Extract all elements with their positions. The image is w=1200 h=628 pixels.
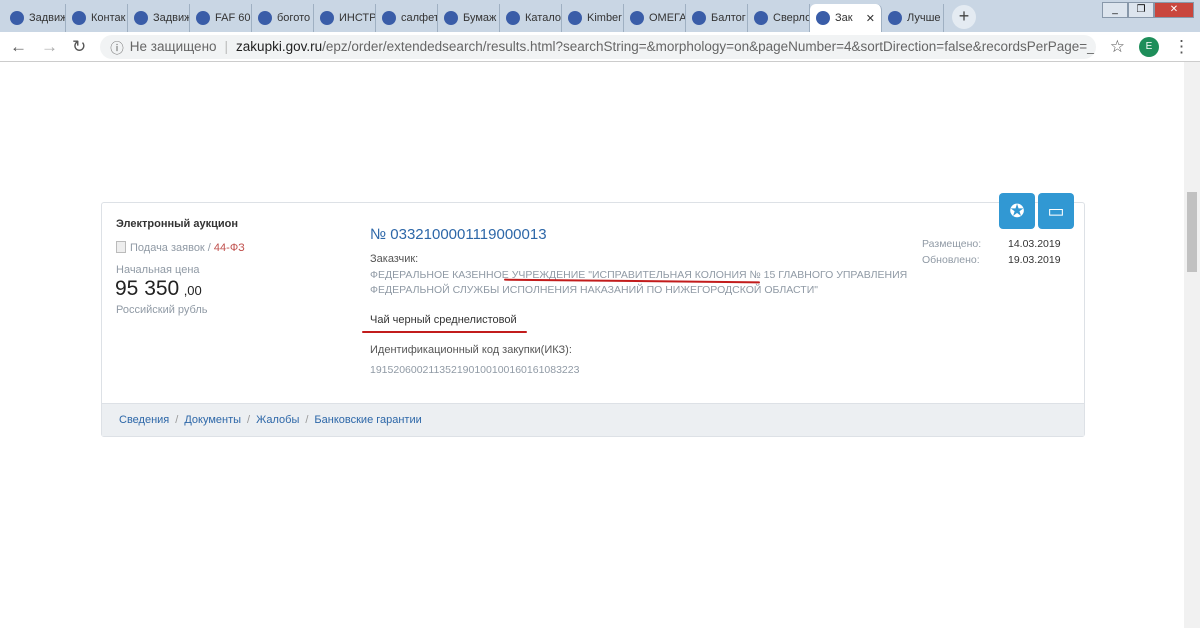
favicon-icon [134, 11, 148, 25]
updated-label: Обновлено: [922, 254, 980, 266]
favicon-icon [692, 11, 706, 25]
favicon-icon [10, 11, 24, 25]
divider: | [224, 39, 229, 54]
browser-tab[interactable]: ОМЕГА [624, 4, 686, 32]
favicon-icon [506, 11, 520, 25]
link-documents[interactable]: Документы [184, 414, 241, 426]
new-tab-button[interactable]: + [952, 5, 976, 29]
reload-icon[interactable]: ↻ [72, 37, 86, 57]
browser-tab[interactable]: салфет [376, 4, 438, 32]
minimize-icon[interactable]: _ [1102, 2, 1128, 18]
url-host: zakupki.gov.ru [236, 39, 323, 54]
tab-title: Катало [525, 12, 561, 24]
link-complaints[interactable]: Жалобы [256, 414, 299, 426]
tab-title: FAF 60 [215, 12, 251, 24]
card-footer-links: Сведения / Документы / Жалобы / Банковские … [102, 403, 1084, 436]
tab-title: ОМЕГА [649, 12, 686, 24]
browser-tab[interactable]: FAF 60 [190, 4, 252, 32]
tab-title: Лучше [907, 12, 941, 24]
forward-icon[interactable]: → [41, 37, 58, 57]
favicon-icon [72, 11, 86, 25]
tab-title: Задвиж [29, 12, 66, 24]
favicon-icon [382, 11, 396, 25]
scrollbar-thumb[interactable] [1187, 192, 1197, 272]
url-input[interactable]: ⓘ Не защищено | zakupki.gov.ru /epz/orde… [100, 34, 1096, 59]
browser-tab[interactable]: Контак [66, 4, 128, 32]
favicon-icon [196, 11, 210, 25]
menu-icon[interactable]: ⋮ [1173, 37, 1190, 57]
currency-label: Российский рубль [116, 304, 208, 316]
browser-tab[interactable]: Зак ✕ [810, 4, 882, 32]
ikz-label: Идентификационный код закупки(ИКЗ): [370, 344, 572, 356]
favicon-icon [888, 11, 902, 25]
posted-date: 14.03.2019 [1008, 238, 1061, 250]
law-label: 44-ФЗ [213, 242, 245, 254]
tab-title: Сверло [773, 12, 810, 24]
favicon-icon [630, 11, 644, 25]
back-icon[interactable]: ← [10, 37, 27, 57]
link-bank-guarantees[interactable]: Банковские гарантии [314, 414, 421, 426]
award-button[interactable]: ✪ [999, 193, 1035, 229]
close-window-icon[interactable]: ✕ [1154, 2, 1194, 18]
scrollbar[interactable] [1184, 62, 1200, 628]
tab-title: Балтог [711, 12, 746, 24]
browser-tab[interactable]: Задвиж [4, 4, 66, 32]
award-icon: ✪ [1009, 201, 1025, 221]
price-label: Начальная цена [116, 264, 200, 276]
window-controls: _ ❐ ✕ [1102, 2, 1194, 18]
procurement-number-link[interactable]: № 0332100001119000013 [370, 226, 547, 243]
procedure-type: Электронный аукцион [116, 218, 238, 230]
tab-title: Kimber [587, 12, 622, 24]
close-tab-icon[interactable]: ✕ [866, 12, 875, 25]
url-path: /epz/order/extendedsearch/results.html?s… [322, 39, 1096, 54]
profile-avatar[interactable]: E [1139, 36, 1159, 57]
procurement-card: ✪ ▭ Электронный аукцион Подача заявок / … [101, 193, 1085, 437]
tab-title: богото [277, 12, 311, 24]
browser-tab[interactable]: ИНСТР [314, 4, 376, 32]
tab-title: Задвиж [153, 12, 190, 24]
favicon-icon [816, 11, 830, 25]
print-button[interactable]: ▭ [1038, 193, 1074, 229]
security-label: Не защищено [129, 39, 217, 54]
browser-tab[interactable]: Лучше [882, 4, 944, 32]
favicon-icon [568, 11, 582, 25]
price-value: 95 350 [115, 277, 180, 300]
ikz-value: 191520600211352190100100160161083223 [370, 364, 580, 376]
print-icon: ▭ [1047, 201, 1065, 221]
link-details[interactable]: Сведения [119, 414, 169, 426]
tab-strip: Задвиж Контак Задвиж FAF 60 богото ИНСТР салфе… [0, 0, 1200, 32]
red-underline [362, 331, 527, 333]
favicon-icon [258, 11, 272, 25]
updated-date: 19.03.2019 [1008, 254, 1061, 266]
browser-tab[interactable]: богото [252, 4, 314, 32]
tab-title: Зак [835, 12, 853, 24]
browser-tab[interactable]: Бумаж [438, 4, 500, 32]
favicon-icon [320, 11, 334, 25]
maximize-icon[interactable]: ❐ [1128, 2, 1154, 18]
posted-label: Размещено: [922, 238, 982, 250]
browser-tab[interactable]: Задвиж [128, 4, 190, 32]
browser-tab[interactable]: Kimber [562, 4, 624, 32]
bookmark-star-icon[interactable]: ☆ [1110, 37, 1125, 57]
customer-label: Заказчик: [370, 253, 419, 265]
customer-name-line2[interactable]: ФЕДЕРАЛЬНОЙ СЛУЖБЫ ИСПОЛНЕНИЯ НАКАЗАНИЙ … [370, 283, 907, 298]
tab-title: салфет [401, 12, 438, 24]
browser-tab[interactable]: Сверло [748, 4, 810, 32]
tab-title: Бумаж [463, 12, 497, 24]
browser-tab[interactable]: Катало [500, 4, 562, 32]
favicon-icon [754, 11, 768, 25]
document-icon [116, 241, 126, 253]
tab-title: ИНСТР [339, 12, 376, 24]
stage-label: Подача заявок [130, 242, 205, 254]
address-bar: ← → ↻ ⓘ Не защищено | zakupki.gov.ru /ep… [0, 32, 1200, 62]
price-fraction: ,00 [183, 283, 202, 298]
procurement-subject[interactable]: Чай черный среднелистовой [370, 314, 517, 326]
info-icon[interactable]: ⓘ [110, 37, 124, 57]
browser-tab[interactable]: Балтог [686, 4, 748, 32]
tab-title: Контак [91, 12, 126, 24]
favicon-icon [444, 11, 458, 25]
